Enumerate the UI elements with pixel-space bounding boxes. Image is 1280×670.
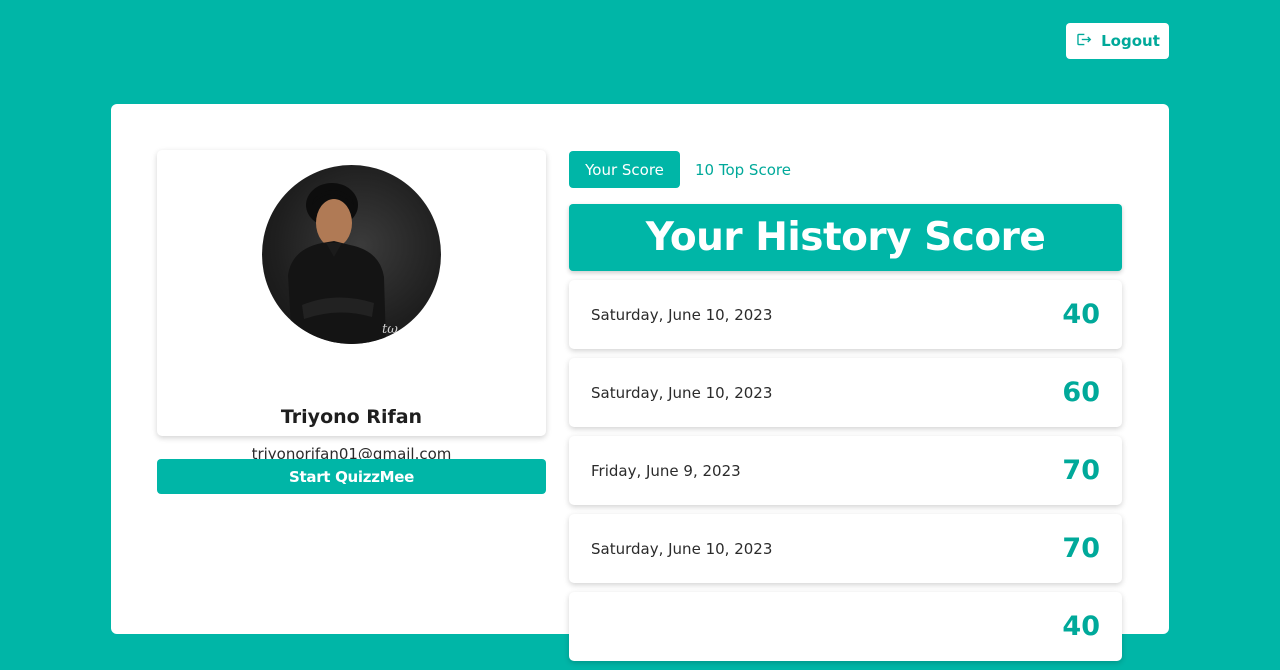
avatar: tω — [262, 165, 441, 344]
score-list: Saturday, June 10, 2023 40 Saturday, Jun… — [569, 280, 1122, 670]
list-item: Friday, June 9, 2023 70 — [569, 436, 1122, 505]
history-title: Your History Score — [569, 204, 1122, 271]
score-date: Saturday, June 10, 2023 — [591, 305, 773, 324]
logout-icon — [1075, 31, 1092, 52]
logout-button[interactable]: Logout — [1066, 23, 1169, 59]
score-date: Saturday, June 10, 2023 — [591, 383, 773, 402]
start-quiz-button[interactable]: Start QuizzMee — [157, 459, 546, 494]
avatar-photo: tω — [288, 183, 398, 344]
svg-text:tω: tω — [382, 322, 398, 337]
main-card: tω Triyono Rifan triyonorifan01@gmail.co… — [111, 104, 1169, 661]
score-value: 60 — [1062, 377, 1100, 408]
score-date: Saturday, June 10, 2023 — [591, 539, 773, 558]
score-value: 70 — [1062, 455, 1100, 486]
list-item: Saturday, June 10, 2023 70 — [569, 514, 1122, 583]
score-tabs: Your Score 10 Top Score — [569, 151, 806, 188]
score-date: Friday, June 9, 2023 — [591, 461, 741, 480]
score-value: 70 — [1062, 533, 1100, 564]
score-value: 40 — [1062, 299, 1100, 330]
profile-name: Triyono Rifan — [280, 406, 423, 428]
list-item: 40 — [569, 592, 1122, 661]
profile-card: tω Triyono Rifan triyonorifan01@gmail.co… — [157, 150, 546, 463]
tab-top-score[interactable]: 10 Top Score — [680, 151, 806, 188]
score-value: 40 — [1062, 611, 1100, 642]
list-item: Saturday, June 10, 2023 60 — [569, 358, 1122, 427]
logout-label: Logout — [1101, 32, 1160, 50]
list-item: Saturday, June 10, 2023 40 — [569, 280, 1122, 349]
tab-your-score[interactable]: Your Score — [569, 151, 680, 188]
top-bar: Logout — [0, 0, 1280, 100]
